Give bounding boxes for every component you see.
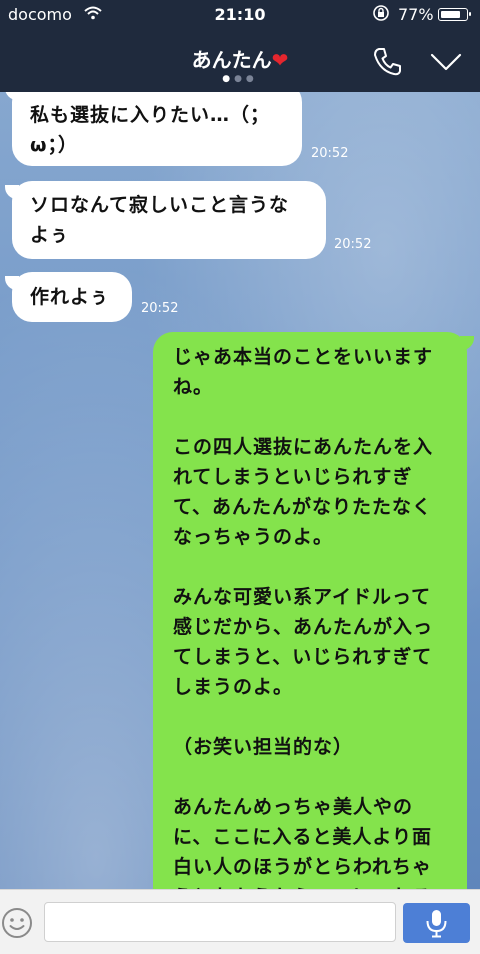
message-time: 20:52 (311, 146, 349, 161)
battery-percent: 77% (398, 5, 434, 24)
heart-icon: ❤ (271, 48, 289, 72)
voice-input-button[interactable] (403, 903, 470, 943)
message-time: 20:52 (141, 301, 179, 316)
collapse-button[interactable] (428, 44, 464, 78)
message-time: 20:52 (334, 237, 372, 252)
message-bubble-incoming: ソロなんて寂しいこと言うな よぅ (12, 181, 326, 259)
rotation-lock-icon (372, 4, 390, 26)
message-text: ソロなんて寂しいこと言うな よぅ (30, 194, 290, 246)
emoji-button[interactable] (0, 906, 34, 940)
call-button[interactable] (370, 44, 404, 78)
message-input[interactable] (44, 902, 396, 942)
page-indicator: ●●● (222, 74, 258, 84)
message-bubble-incoming: 私も選抜に入りたい…（； ω；） (12, 92, 302, 166)
message-bubble-incoming: 作れよぅ (12, 272, 132, 322)
message-text: 作れよぅ (30, 286, 110, 308)
microphone-icon (426, 910, 447, 938)
chevron-down-icon (430, 53, 462, 71)
message-text: じゃあ本当のことをいいます ね。 この四人選抜にあんたんを入 れてしまうといじら… (173, 346, 434, 889)
battery-icon (438, 8, 471, 21)
contact-name: あんたん (191, 48, 272, 72)
status-bar: docomo 21:10 77% (0, 0, 480, 30)
message-text: 私も選抜に入りたい…（； ω；） (30, 104, 271, 156)
phone-icon (374, 48, 401, 76)
chat-header: あんたん❤ ●●● (0, 30, 480, 92)
chat-area[interactable]: 私も選抜に入りたい…（； ω；） 20:52 ソロなんて寂しいこと言うな よぅ … (0, 92, 480, 889)
chat-title: あんたん❤ (0, 44, 480, 73)
message-bubble-outgoing: じゃあ本当のことをいいます ね。 この四人選抜にあんたんを入 れてしまうといじら… (153, 332, 474, 889)
input-bar (0, 889, 480, 954)
smiley-icon (2, 908, 32, 938)
